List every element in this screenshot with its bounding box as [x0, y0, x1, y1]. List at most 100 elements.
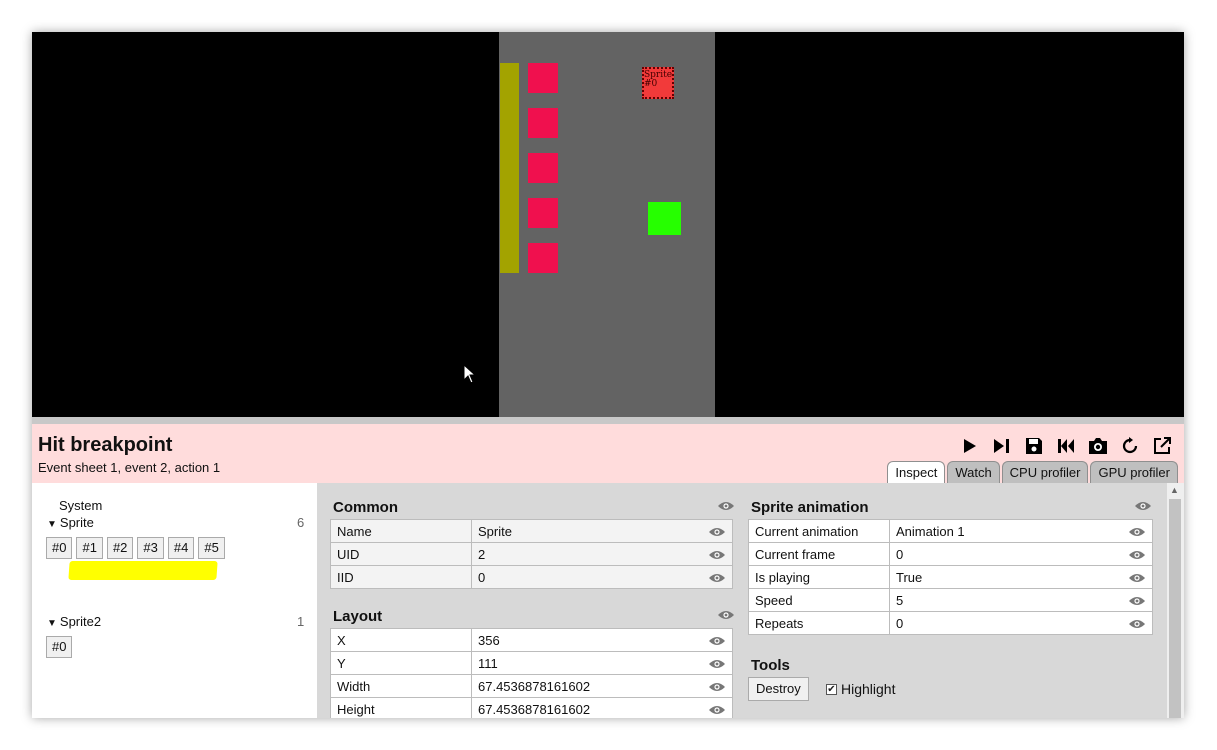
- tab-inspect[interactable]: Inspect: [887, 461, 946, 483]
- instance-button[interactable]: #0: [46, 537, 73, 559]
- tab-watch[interactable]: Watch: [947, 461, 1000, 483]
- watch-eye-icon[interactable]: [708, 681, 726, 693]
- watch-eye-icon[interactable]: [708, 658, 726, 670]
- property-row: Is playing True: [748, 565, 1153, 589]
- debugger-toolbar: [958, 434, 1174, 458]
- property-row: Speed 5: [748, 588, 1153, 612]
- watch-eye-icon[interactable]: [708, 635, 726, 647]
- tree-item-label: Sprite2: [59, 614, 102, 629]
- tree-item-label: Sprite: [59, 515, 94, 530]
- tree-item-sprite[interactable]: ▼ Sprite: [47, 515, 94, 530]
- watch-eye-icon[interactable]: [717, 500, 735, 512]
- highlight-checkbox[interactable]: ✔ Highlight: [826, 681, 895, 697]
- instance-button[interactable]: #2: [106, 537, 134, 559]
- sprite-block[interactable]: [528, 153, 558, 183]
- property-value[interactable]: 5: [889, 588, 1153, 612]
- scroll-thumb[interactable]: [1169, 499, 1181, 718]
- tab-cpu-profiler[interactable]: CPU profiler: [1001, 461, 1089, 483]
- property-value[interactable]: True: [889, 565, 1153, 589]
- property-value[interactable]: 67.4536878161602: [471, 674, 733, 698]
- property-value: Sprite: [471, 519, 733, 543]
- layout-table: X 356 Y 111 Width 67.4536878161602 Height 67…: [330, 628, 733, 718]
- instance-count: 1: [297, 614, 305, 629]
- sprite-block[interactable]: [528, 108, 558, 138]
- popout-icon[interactable]: [1150, 434, 1174, 458]
- instance-button[interactable]: #0: [46, 636, 73, 658]
- watch-eye-icon[interactable]: [1128, 595, 1146, 607]
- tab-gpu-profiler[interactable]: GPU profiler: [1090, 461, 1178, 483]
- property-key: Repeats: [748, 611, 890, 635]
- property-value[interactable]: 356: [471, 628, 733, 652]
- instance-button[interactable]: #1: [76, 537, 103, 559]
- property-key: Name: [330, 519, 472, 543]
- property-value[interactable]: 111: [471, 651, 733, 675]
- scroll-up-arrow-icon[interactable]: ▲: [1170, 485, 1179, 495]
- property-row: Current animation Animation 1: [748, 519, 1153, 543]
- step-icon[interactable]: [990, 434, 1014, 458]
- instance-button[interactable]: #4: [167, 537, 195, 559]
- property-key: X: [330, 628, 472, 652]
- property-row: Height 67.4536878161602: [330, 697, 733, 718]
- watch-eye-icon[interactable]: [708, 704, 726, 716]
- restart-icon[interactable]: [1054, 434, 1078, 458]
- collapse-triangle-icon[interactable]: ▼: [47, 519, 57, 530]
- yellow-highlight-mark: [68, 561, 218, 580]
- property-key: UID: [330, 542, 472, 566]
- instance-count: 6: [297, 515, 305, 530]
- property-value[interactable]: Animation 1: [889, 519, 1153, 543]
- section-title-sprite-animation: Sprite animation: [751, 499, 869, 516]
- instance-button[interactable]: #5: [198, 537, 225, 559]
- watch-eye-icon[interactable]: [708, 572, 726, 584]
- property-row: Width 67.4536878161602: [330, 674, 733, 698]
- watch-eye-icon[interactable]: [1128, 526, 1146, 538]
- property-row: Current frame 0: [748, 542, 1153, 566]
- inspector-scrollbar[interactable]: ▲: [1167, 483, 1184, 718]
- layout-area: Sprite #0: [499, 32, 715, 417]
- property-key: IID: [330, 565, 472, 589]
- watch-eye-icon[interactable]: [708, 549, 726, 561]
- property-key: Is playing: [748, 565, 890, 589]
- selected-sprite-iid: #0: [644, 79, 658, 89]
- watch-eye-icon[interactable]: [1134, 500, 1152, 512]
- property-value: 2: [471, 542, 733, 566]
- section-title-common: Common: [333, 499, 398, 516]
- collapse-triangle-icon[interactable]: ▼: [47, 618, 57, 629]
- sprite2-block[interactable]: [648, 202, 681, 235]
- game-viewport[interactable]: Sprite #0: [32, 32, 1184, 417]
- property-value[interactable]: 0: [889, 611, 1153, 635]
- watch-eye-icon[interactable]: [1128, 549, 1146, 561]
- mouse-cursor-icon: [463, 364, 477, 384]
- watch-eye-icon[interactable]: [1128, 572, 1146, 584]
- destroy-button[interactable]: Destroy: [748, 677, 809, 701]
- property-key: Current animation: [748, 519, 890, 543]
- section-title-layout: Layout: [333, 608, 383, 625]
- tree-item-sprite2[interactable]: ▼ Sprite2: [47, 614, 101, 629]
- property-value[interactable]: 0: [889, 542, 1153, 566]
- debugger-tabs: Inspect Watch CPU profiler GPU profiler: [887, 461, 1178, 483]
- watch-eye-icon[interactable]: [1128, 618, 1146, 630]
- play-icon[interactable]: [958, 434, 982, 458]
- yellow-wall: [500, 63, 519, 273]
- checkbox-checked-icon[interactable]: ✔: [826, 683, 837, 695]
- reload-icon[interactable]: [1118, 434, 1142, 458]
- sprite2-instances: #0: [46, 636, 73, 658]
- watch-eye-icon[interactable]: [708, 526, 726, 538]
- tree-item-system[interactable]: System: [59, 498, 102, 513]
- sprite-block[interactable]: [528, 243, 558, 273]
- property-row: Repeats 0: [748, 611, 1153, 635]
- selected-sprite[interactable]: Sprite #0: [642, 67, 674, 99]
- property-value: 0: [471, 565, 733, 589]
- sprite-block[interactable]: [528, 63, 558, 93]
- inspector-panel: Common Name Sprite UID 2 IID 0 Layout X 356 …: [317, 483, 1167, 718]
- common-table: Name Sprite UID 2 IID 0: [330, 519, 733, 589]
- sprite-block[interactable]: [528, 198, 558, 228]
- section-title-tools: Tools: [751, 657, 790, 674]
- debugger-window: Sprite #0 Hit breakpoint Event sheet 1, …: [32, 32, 1184, 718]
- instance-button[interactable]: #3: [137, 537, 164, 559]
- save-icon[interactable]: [1022, 434, 1046, 458]
- screenshot-icon[interactable]: [1086, 434, 1110, 458]
- property-row: Name Sprite: [330, 519, 733, 543]
- watch-eye-icon[interactable]: [717, 609, 735, 621]
- property-value[interactable]: 67.4536878161602: [471, 697, 733, 718]
- property-row: Y 111: [330, 651, 733, 675]
